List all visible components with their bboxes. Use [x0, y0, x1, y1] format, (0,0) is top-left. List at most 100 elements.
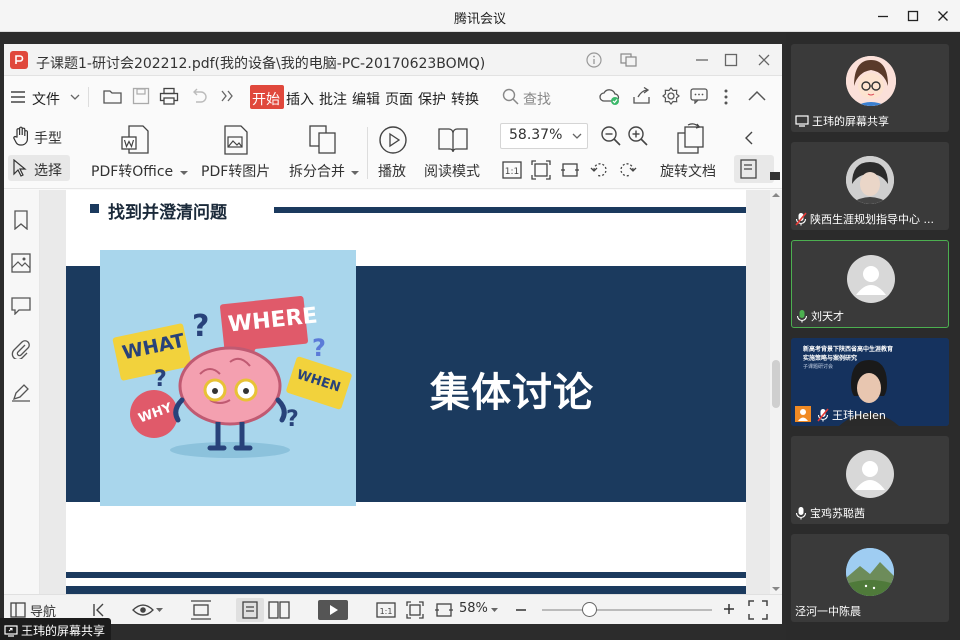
share-icon[interactable]: [632, 87, 652, 105]
print-icon[interactable]: [159, 87, 179, 105]
participant-tile[interactable]: 泾河一中陈晨: [791, 534, 949, 622]
pdf-to-image-label[interactable]: PDF转图片: [201, 161, 270, 181]
tab-page[interactable]: 页面: [385, 89, 413, 109]
pdf-to-image-icon[interactable]: [222, 125, 250, 155]
split-merge-icon[interactable]: [309, 125, 337, 155]
zoom-in-icon[interactable]: [627, 125, 649, 147]
dropdown-caret-icon[interactable]: [351, 171, 359, 176]
info-icon[interactable]: [586, 52, 602, 68]
hand-tool-label[interactable]: 手型: [34, 128, 62, 148]
participant-tile-active[interactable]: 刘天才: [791, 240, 949, 328]
dropdown-caret-icon[interactable]: [180, 171, 188, 176]
feedback-icon[interactable]: [690, 88, 708, 104]
single-page-icon[interactable]: [242, 601, 258, 619]
thumbnail-icon[interactable]: [11, 253, 31, 273]
zoom-minus-icon[interactable]: [514, 603, 528, 617]
two-page-icon[interactable]: [268, 601, 290, 619]
hand-tool-icon[interactable]: [12, 126, 30, 146]
chevron-down-icon[interactable]: [572, 133, 582, 140]
tab-convert[interactable]: 转换: [451, 89, 479, 109]
save-icon[interactable]: [132, 87, 150, 105]
fit-width-icon[interactable]: [434, 601, 454, 619]
read-mode-label[interactable]: 阅读模式: [424, 161, 480, 181]
rotate-document-icon[interactable]: [676, 123, 706, 155]
participant-tile[interactable]: 王玮的屏幕共享: [791, 44, 949, 132]
zoom-plus-icon[interactable]: [722, 602, 736, 616]
dropdown-caret-icon[interactable]: [156, 608, 163, 612]
play-label[interactable]: 播放: [378, 161, 406, 181]
fit-width-icon[interactable]: [560, 160, 580, 180]
undo-icon[interactable]: [190, 88, 208, 104]
minimize-button[interactable]: [874, 7, 892, 25]
scroll-thumb[interactable]: [772, 360, 780, 408]
video-slide-line3: 子课题研讨会: [803, 364, 834, 370]
pdf-sidebar: [4, 190, 40, 594]
search-label[interactable]: 查找: [523, 89, 551, 109]
open-folder-icon[interactable]: [103, 87, 123, 105]
tab-annotate[interactable]: 批注: [319, 89, 347, 109]
pdf-menubar: 文件 开始 插入 批注 编辑 页面 保护 转换 查找: [4, 77, 782, 117]
pdf-minimize-icon[interactable]: [694, 52, 710, 68]
signature-icon[interactable]: [11, 382, 31, 402]
zoom-slider-track[interactable]: [542, 609, 712, 611]
page-view-icon[interactable]: [740, 159, 758, 179]
navigation-icon[interactable]: [10, 602, 26, 618]
pdf-to-office-label[interactable]: PDF转Office: [91, 161, 173, 181]
tab-start[interactable]: 开始: [252, 89, 280, 109]
fit-page-icon[interactable]: [531, 160, 551, 180]
comment-icon[interactable]: [11, 297, 31, 315]
chevron-down-icon[interactable]: [70, 94, 80, 102]
participant-tile-video[interactable]: 新高考背景下陕西省高中生涯教育 实施策略与案例研究 子课题研讨会 王玮Helen: [791, 338, 949, 426]
slideshow-icon[interactable]: [318, 600, 348, 620]
avatar-badge: [795, 406, 811, 422]
more-arrows-icon[interactable]: [220, 90, 234, 102]
participant-name: 宝鸡苏聪茜: [795, 505, 865, 521]
chevron-left-icon[interactable]: [744, 131, 754, 145]
read-mode-icon[interactable]: [437, 126, 469, 154]
fullscreen-icon[interactable]: [748, 600, 768, 620]
video-slide-line1: 新高考背景下陕西省高中生涯教育: [803, 346, 894, 353]
settings-icon[interactable]: [662, 87, 680, 105]
rotate-right-icon[interactable]: [617, 161, 637, 179]
vertical-scrollbar[interactable]: [770, 190, 782, 594]
window-titlebar: 腾讯会议: [0, 0, 960, 32]
pdf-to-office-icon[interactable]: [121, 125, 153, 155]
tab-insert[interactable]: 插入: [286, 89, 314, 109]
play-icon[interactable]: [378, 125, 408, 155]
actual-size-icon[interactable]: 1:1: [502, 161, 522, 179]
cursor-icon[interactable]: [13, 159, 27, 177]
close-button[interactable]: [934, 7, 952, 25]
maximize-button[interactable]: [904, 7, 922, 25]
actual-size-icon[interactable]: 1:1: [376, 602, 396, 618]
select-tool-label[interactable]: 选择: [34, 160, 62, 180]
zoom-value[interactable]: 58.37%: [509, 127, 562, 143]
split-merge-label[interactable]: 拆分合并: [289, 161, 345, 181]
brainstorm-illustration: ? ? ? ? WHERE WHAT WHEN WHY: [100, 250, 356, 506]
eye-icon[interactable]: [132, 603, 154, 617]
document-viewer[interactable]: 找到并澄清问题 ? ? ? ? WHERE WHAT WHEN WHY 集体讨论: [40, 190, 782, 594]
search-icon[interactable]: [502, 88, 519, 105]
cloud-sync-icon[interactable]: [598, 86, 622, 106]
collapse-ribbon-icon[interactable]: [748, 90, 766, 102]
zoom-slider-thumb[interactable]: [582, 602, 597, 617]
rotate-left-icon[interactable]: [590, 161, 610, 179]
continuous-page-icon[interactable]: [190, 600, 212, 620]
participant-tile[interactable]: 陕西生涯规划指导中心 ...: [791, 142, 949, 230]
attachment-icon[interactable]: [11, 339, 31, 359]
pdf-maximize-icon[interactable]: [723, 52, 739, 68]
first-page-icon[interactable]: [92, 603, 106, 617]
dropdown-caret-icon[interactable]: [491, 608, 498, 612]
restore-window-icon[interactable]: [620, 52, 638, 68]
hamburger-icon[interactable]: [10, 90, 26, 104]
tab-edit[interactable]: 编辑: [352, 89, 380, 109]
zoom-out-icon[interactable]: [600, 125, 622, 147]
participant-tile[interactable]: 宝鸡苏聪茜: [791, 436, 949, 524]
menu-file[interactable]: 文件: [32, 89, 60, 109]
more-vertical-icon[interactable]: [723, 88, 729, 106]
fit-page-icon[interactable]: [406, 601, 424, 619]
tab-protect[interactable]: 保护: [418, 89, 446, 109]
pdf-close-icon[interactable]: [756, 52, 772, 68]
rotate-document-label[interactable]: 旋转文档: [660, 161, 716, 181]
avatar: [846, 548, 894, 596]
bookmark-icon[interactable]: [13, 210, 29, 230]
